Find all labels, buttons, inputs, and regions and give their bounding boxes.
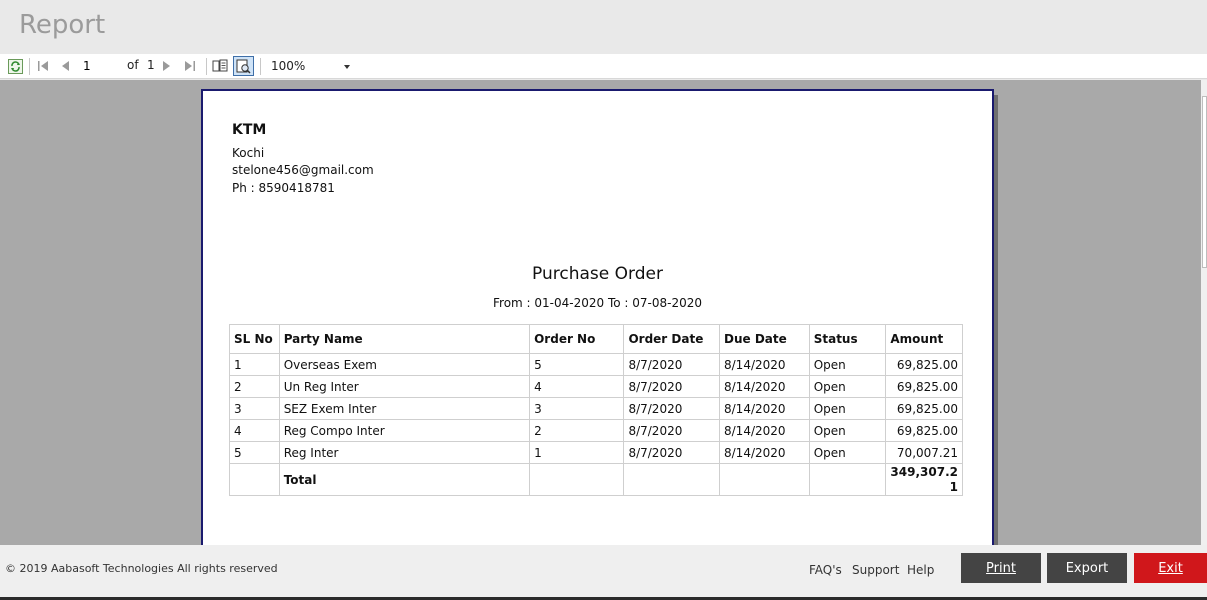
company-phone: Ph : 8590418781 [232,181,335,195]
cell-status: Open [808,419,887,442]
cell-sl-no: 4 [229,419,280,442]
cell-empty [229,463,280,496]
cell-amount: 70,007.21 [885,441,963,464]
cell-party-name: Reg Inter [278,441,531,464]
company-name: KTM [232,122,267,138]
cell-party-name: SEZ Exem Inter [278,397,531,420]
cell-sl-no: 2 [229,375,280,398]
copyright-text: © 2019 Aabasoft Technologies All rights … [5,562,278,575]
total-row: Total 349,307.2 1 [229,463,963,496]
chevron-down-icon [344,65,350,69]
vertical-scrollbar[interactable] [1201,80,1207,545]
export-button-label: Export [1065,560,1109,576]
title-bar: Report [0,0,1207,54]
first-page-icon[interactable] [34,57,52,75]
cell-order-date: 8/7/2020 [623,397,720,420]
cell-sl-no: 3 [229,397,280,420]
page-of-label: of [127,58,139,72]
total-amount-part: 1 [949,480,958,494]
cell-party-name: Overseas Exem [278,353,531,376]
cell-status: Open [808,441,887,464]
support-link[interactable]: Support [852,563,899,577]
help-link[interactable]: Help [907,563,934,577]
report-page: KTM Kochi stelone456@gmail.com Ph : 8590… [201,89,994,545]
table-row: 4 Reg Compo Inter 2 8/7/2020 8/14/2020 O… [229,419,963,442]
cell-sl-no: 1 [229,353,280,376]
total-amount: 349,307.2 1 [885,463,963,496]
company-city: Kochi [232,146,265,160]
cell-empty [529,463,625,496]
next-page-icon[interactable] [158,57,176,75]
cell-party-name: Un Reg Inter [278,375,531,398]
table-row: 5 Reg Inter 1 8/7/2020 8/14/2020 Open 70… [229,441,963,464]
cell-order-no: 5 [529,353,625,376]
print-button[interactable]: Print [961,553,1041,583]
exit-button[interactable]: Exit [1134,553,1207,583]
company-email: stelone456@gmail.com [232,163,374,177]
exit-button-label: Exit [1158,560,1183,576]
report-title: Purchase Order [532,264,663,284]
cell-due-date: 8/14/2020 [719,353,810,376]
faq-link[interactable]: FAQ's [809,563,842,577]
column-header: Amount [885,324,963,354]
refresh-icon[interactable] [6,57,24,75]
purchase-order-table: SL No Party Name Order No Order Date Due… [229,324,963,496]
cell-due-date: 8/14/2020 [719,441,810,464]
cell-order-date: 8/7/2020 [623,419,720,442]
cell-amount: 69,825.00 [885,419,963,442]
cell-due-date: 8/14/2020 [719,375,810,398]
cell-order-no: 3 [529,397,625,420]
column-header: Due Date [719,324,810,354]
last-page-icon[interactable] [181,57,199,75]
cell-sl-no: 5 [229,441,280,464]
footer-bar: © 2019 Aabasoft Technologies All rights … [0,545,1207,600]
toolbar-separator [260,58,261,75]
cell-empty [623,463,720,496]
cell-due-date: 8/14/2020 [719,397,810,420]
table-row: 2 Un Reg Inter 4 8/7/2020 8/14/2020 Open… [229,375,963,398]
cell-order-no: 2 [529,419,625,442]
page-setup-icon[interactable] [233,56,254,76]
total-label: Total [278,463,531,496]
column-header: Party Name [278,324,531,354]
cell-status: Open [808,375,887,398]
prev-page-icon[interactable] [56,57,74,75]
cell-status: Open [808,353,887,376]
cell-due-date: 8/14/2020 [719,419,810,442]
cell-order-date: 8/7/2020 [623,375,720,398]
print-layout-icon[interactable] [211,57,229,75]
cell-party-name: Reg Compo Inter [278,419,531,442]
cell-empty [719,463,810,496]
toolbar-separator [206,58,207,75]
toolbar-separator [29,58,30,75]
column-header: Status [808,324,887,354]
window-title: Report [19,10,106,40]
zoom-value: 100% [271,59,306,73]
print-button-label: Print [986,560,1016,576]
export-button[interactable]: Export [1047,553,1127,583]
report-viewer[interactable]: KTM Kochi stelone456@gmail.com Ph : 8590… [0,80,1201,545]
table-row: 1 Overseas Exem 5 8/7/2020 8/14/2020 Ope… [229,353,963,376]
table-row: 3 SEZ Exem Inter 3 8/7/2020 8/14/2020 Op… [229,397,963,420]
cell-status: Open [808,397,887,420]
cell-order-date: 8/7/2020 [623,353,720,376]
report-date-range: From : 01-04-2020 To : 07-08-2020 [493,296,702,310]
total-amount-part: 349,307.2 [890,465,958,479]
cell-empty [808,463,887,496]
cell-amount: 69,825.00 [885,397,963,420]
report-toolbar: of 1 100% [0,54,1207,79]
table-header-row: SL No Party Name Order No Order Date Due… [229,324,963,354]
zoom-select[interactable]: 100% [268,57,354,76]
column-header: SL No [229,324,280,354]
cell-order-no: 1 [529,441,625,464]
column-header: Order No [529,324,625,354]
cell-amount: 69,825.00 [885,375,963,398]
page-number-input[interactable] [80,57,120,75]
total-pages: 1 [147,58,155,72]
cell-order-no: 4 [529,375,625,398]
cell-order-date: 8/7/2020 [623,441,720,464]
column-header: Order Date [623,324,720,354]
cell-amount: 69,825.00 [885,353,963,376]
scrollbar-thumb[interactable] [1202,96,1207,268]
